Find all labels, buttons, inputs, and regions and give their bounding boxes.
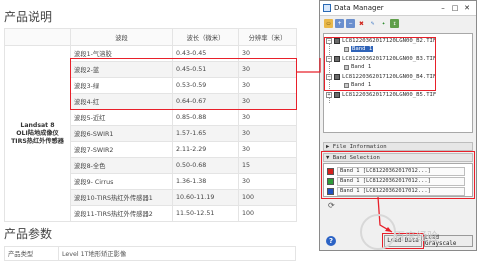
help-icon[interactable]: ? [326, 236, 336, 246]
wavelength-cell: 11.50-12.51 [172, 205, 239, 222]
wavelength-cell: 10.60-11.19 [172, 189, 239, 206]
raster-file-icon [334, 92, 340, 98]
expand-toggle-icon[interactable]: + [326, 92, 332, 98]
header-resolution: 分辨率（米） [238, 28, 297, 46]
window-title: Data Manager [334, 4, 384, 12]
table-to-tree-arrow [297, 58, 321, 73]
close-icon[interactable]: ✕ [461, 4, 473, 12]
resolution-cell: 100 [238, 205, 297, 222]
expand-icon[interactable]: + [335, 18, 344, 28]
section-title-product-params: 产品参数 [4, 227, 53, 241]
band-cell: 波段8-全色 [70, 157, 173, 174]
resolution-cell: 15 [238, 157, 297, 174]
watermark-text: 百度经验 [394, 230, 438, 243]
wavelength-cell: 0.50-0.68 [172, 157, 239, 174]
data-manager-window: Data Manager – □ ✕ ▭ + − ✖ ✎ ✦ ↧ − LC812… [319, 0, 477, 251]
wavelength-cell: 2.11-2.29 [172, 141, 239, 158]
expand-arrow-icon: ▶ [326, 143, 333, 150]
highlight-file-tree [324, 37, 436, 91]
header-band: 波段 [70, 28, 173, 46]
band-cell: 波段7-SWIR2 [70, 141, 173, 158]
refresh-icon[interactable]: ⟳ [328, 201, 335, 210]
add-icon[interactable]: ↧ [390, 18, 399, 28]
params-table: 产品类型 Level 1T地形矫正影像 [4, 246, 296, 261]
highlight-band-selection [321, 151, 475, 199]
title-bar[interactable]: Data Manager – □ ✕ [320, 1, 476, 16]
band-cell: 波段5-近红 [70, 109, 173, 126]
resolution-cell: 30 [238, 109, 297, 126]
tree-file-b5[interactable]: + LC81220362017120LGN00_B5.TIF [326, 91, 436, 99]
band-cell: 波段9- Cirrus [70, 173, 173, 190]
magic-icon[interactable]: ✦ [379, 19, 388, 28]
param-label: 产品类型 [4, 246, 59, 261]
header-wavelength: 波长（微米） [172, 28, 239, 46]
params-row: 产品类型 Level 1T地形矫正影像 [4, 246, 296, 261]
delete-icon[interactable]: ✖ [357, 19, 366, 28]
file-information-label: File Information [332, 143, 387, 150]
edit-icon[interactable]: ✎ [368, 19, 377, 28]
section-title-product-description: 产品说明 [4, 10, 53, 24]
toolbar: ▭ + − ✖ ✎ ✦ ↧ [320, 16, 476, 30]
wavelength-cell: 1.57-1.65 [172, 125, 239, 142]
resolution-cell: 30 [238, 173, 297, 190]
minimize-icon[interactable]: – [437, 4, 449, 12]
file-name: LC81220362017120LGN00_B5.TIF [342, 92, 437, 98]
wavelength-cell: 1.36-1.38 [172, 173, 239, 190]
watermark-logo [360, 214, 396, 250]
band-cell: 波段10-TIRS热红外传感器1 [70, 189, 173, 206]
param-value: Level 1T地形矫正影像 [58, 246, 296, 261]
band-cell: 波段11-TIRS热红外传感器2 [70, 205, 173, 222]
resolution-cell: 30 [238, 141, 297, 158]
satellite-cell: Landsat 8 OLI陆地成像仪 TIRS热红外传感器 [4, 45, 71, 222]
resolution-cell: 100 [238, 189, 297, 206]
resolution-cell: 30 [238, 125, 297, 142]
app-icon [323, 4, 331, 12]
open-icon[interactable]: ▭ [324, 18, 333, 28]
highlight-bands-2-4 [70, 58, 297, 110]
maximize-icon[interactable]: □ [449, 4, 461, 12]
collapse-icon[interactable]: − [346, 18, 355, 28]
file-information-header[interactable]: ▶ File Information [323, 142, 473, 151]
band-cell: 波段6-SWIR1 [70, 125, 173, 142]
band-table-header: 波段 波长（微米） 分辨率（米） [4, 28, 297, 46]
wavelength-cell: 0.85-0.88 [172, 109, 239, 126]
header-satellite [4, 28, 71, 46]
